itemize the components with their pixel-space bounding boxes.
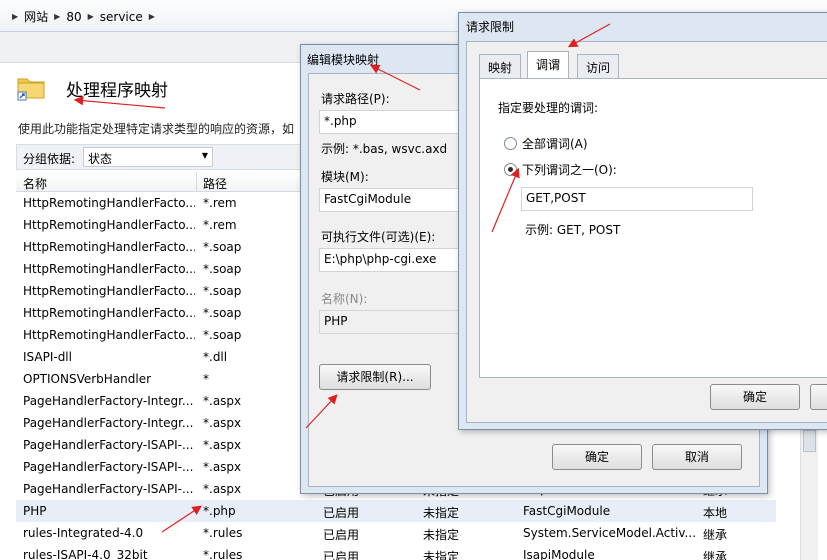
column-divider[interactable] bbox=[196, 172, 197, 192]
chevron-right-icon: ▶ bbox=[87, 12, 94, 21]
radio-all-verbs-label[interactable]: 全部谓词(A) bbox=[522, 135, 588, 152]
table-cell: *.soap bbox=[203, 306, 242, 320]
table-cell: 已启用 bbox=[323, 550, 360, 560]
ok-button[interactable]: 确定 bbox=[552, 444, 642, 470]
verbs-instruction: 指定要处理的谓词: bbox=[498, 101, 599, 115]
table-cell: ISAPI-dll bbox=[23, 350, 72, 364]
group-by-label: 分组依据: bbox=[23, 152, 76, 166]
radio-one-of-verbs-label[interactable]: 下列谓词之一(O): bbox=[522, 161, 617, 178]
table-cell: 本地 bbox=[703, 506, 728, 520]
tab-mapping[interactable]: 映射 bbox=[479, 54, 522, 78]
table-cell: *.soap bbox=[203, 262, 242, 276]
table-cell: *.aspx bbox=[203, 416, 242, 430]
group-by-bar: 分组依据: 状态 ▼ bbox=[16, 144, 306, 170]
table-cell: HttpRemotingHandlerFacto... bbox=[23, 306, 195, 320]
dialog-body: 映射 调谓 访问 指定要处理的谓词: 全部谓词(A) 下列谓词之一(O): GE… bbox=[466, 41, 827, 423]
table-cell: 已启用 bbox=[323, 528, 360, 542]
table-cell: PageHandlerFactory-Integr... bbox=[23, 394, 194, 408]
table-cell: HttpRemotingHandlerFacto... bbox=[23, 196, 195, 210]
tab-access[interactable]: 访问 bbox=[577, 54, 620, 78]
table-cell: HttpRemotingHandlerFacto... bbox=[23, 328, 195, 342]
table-cell: 未指定 bbox=[423, 528, 460, 542]
table-cell: *.dll bbox=[203, 350, 228, 364]
table-cell: PageHandlerFactory-ISAPI-... bbox=[23, 438, 194, 452]
chevron-down-icon: ▼ bbox=[201, 151, 208, 160]
verbs-example: 示例: GET, POST bbox=[525, 223, 621, 237]
table-cell: *.soap bbox=[203, 284, 242, 298]
request-restrictions-button[interactable]: 请求限制(R)... bbox=[319, 364, 431, 390]
module-label: 模块(M): bbox=[321, 170, 369, 184]
dialog-title: 编辑模块映射 bbox=[307, 53, 380, 67]
table-cell: *.rem bbox=[203, 218, 237, 232]
table-cell: *.rules bbox=[203, 548, 243, 560]
table-row[interactable]: rules-Integrated-4.0 *.rules 已启用 未指定 System.… bbox=[16, 522, 776, 544]
table-cell: *.aspx bbox=[203, 438, 242, 452]
chevron-right-icon: ▶ bbox=[54, 12, 61, 21]
breadcrumb-item-service[interactable]: service bbox=[100, 10, 143, 24]
group-by-value: 状态 bbox=[88, 152, 113, 166]
dialog-title: 请求限制 bbox=[466, 20, 515, 34]
folder-icon bbox=[17, 78, 45, 101]
chevron-right-icon[interactable]: ▶ bbox=[149, 12, 155, 21]
table-cell: HttpRemotingHandlerFacto... bbox=[23, 218, 195, 232]
table-cell: * bbox=[203, 372, 209, 386]
verbs-input[interactable]: GET,POST bbox=[521, 187, 753, 211]
name-label: 名称(N): bbox=[321, 292, 368, 306]
request-path-label: 请求路径(P): bbox=[321, 92, 390, 106]
radio-one-of-verbs[interactable] bbox=[504, 163, 517, 176]
radio-all-verbs[interactable] bbox=[504, 137, 517, 150]
table-cell: 已启用 bbox=[323, 506, 360, 520]
tab-panel-verbs: 指定要处理的谓词: 全部谓词(A) 下列谓词之一(O): GET,POST 示例… bbox=[479, 78, 827, 378]
ok-button[interactable]: 确定 bbox=[710, 384, 800, 410]
table-cell: PHP bbox=[23, 504, 47, 518]
table-cell: OPTIONSVerbHandler bbox=[23, 372, 152, 386]
module-input[interactable]: FastCgiModule bbox=[319, 188, 469, 212]
table-cell: *.soap bbox=[203, 328, 242, 342]
table-cell: rules-Integrated-4.0 bbox=[23, 526, 144, 540]
table-cell: PageHandlerFactory-Integr... bbox=[23, 416, 194, 430]
page-title: 处理程序映射 bbox=[66, 81, 168, 101]
table-cell: *.aspx bbox=[203, 482, 242, 496]
cancel-button[interactable] bbox=[810, 384, 827, 410]
request-path-input[interactable]: *.php bbox=[319, 110, 469, 134]
table-cell: *.aspx bbox=[203, 460, 242, 474]
table-cell: rules-ISAPI-4.0_32bit bbox=[23, 548, 148, 560]
table-cell: PageHandlerFactory-ISAPI-... bbox=[23, 482, 194, 496]
name-input[interactable]: PHP bbox=[319, 310, 469, 334]
request-restrictions-dialog: 请求限制 映射 调谓 访问 指定要处理的谓词: 全部谓词(A) 下列谓词之一(O… bbox=[458, 12, 827, 430]
column-header-name[interactable]: 名称 bbox=[23, 175, 195, 192]
table-cell: 未指定 bbox=[423, 506, 460, 520]
chevron-right-icon: ▶ bbox=[12, 12, 19, 21]
table-cell: HttpRemotingHandlerFacto... bbox=[23, 262, 195, 276]
table-cell: *.aspx bbox=[203, 394, 242, 408]
table-cell: System.ServiceModel.Activ... bbox=[523, 526, 697, 540]
executable-label: 可执行文件(可选)(E): bbox=[321, 230, 436, 244]
breadcrumb-item-80[interactable]: 80 bbox=[66, 10, 81, 24]
executable-input[interactable]: E:\php\php-cgi.exe bbox=[319, 248, 469, 272]
table-row[interactable]: rules-ISAPI-4.0_32bit *.rules 已启用 未指定 IsapiM… bbox=[16, 544, 776, 560]
table-cell: 未指定 bbox=[423, 550, 460, 560]
table-cell: *.soap bbox=[203, 240, 242, 254]
table-cell: PageHandlerFactory-ISAPI-... bbox=[23, 460, 194, 474]
table-row[interactable]: PHP *.php 已启用 未指定 FastCgiModule 本地 bbox=[16, 500, 776, 522]
breadcrumb-item-site[interactable]: 网站 bbox=[24, 8, 48, 25]
table-cell: 继承 bbox=[703, 528, 728, 542]
column-header-path[interactable]: 路径 bbox=[203, 175, 313, 192]
tab-verbs[interactable]: 调谓 bbox=[527, 51, 570, 79]
page-description: 使用此功能指定处理特定请求类型的响应的资源，如 bbox=[18, 122, 295, 136]
table-cell: IsapiModule bbox=[523, 548, 595, 560]
table-cell: HttpRemotingHandlerFacto... bbox=[23, 284, 195, 298]
table-cell: 继承 bbox=[703, 550, 728, 560]
breadcrumb: ▶ 网站 ▶ 80 ▶ service ▶ bbox=[6, 8, 161, 25]
table-cell: HttpRemotingHandlerFacto... bbox=[23, 240, 195, 254]
group-by-select[interactable]: 状态 ▼ bbox=[83, 147, 213, 167]
request-path-example: 示例: *.bas, wsvc.axd bbox=[321, 142, 448, 156]
table-cell: *.rem bbox=[203, 196, 237, 210]
table-cell: *.php bbox=[203, 504, 236, 518]
table-cell: *.rules bbox=[203, 526, 243, 540]
scrollbar-thumb[interactable] bbox=[803, 430, 816, 452]
table-cell: FastCgiModule bbox=[523, 504, 611, 518]
cancel-button[interactable]: 取消 bbox=[652, 444, 742, 470]
